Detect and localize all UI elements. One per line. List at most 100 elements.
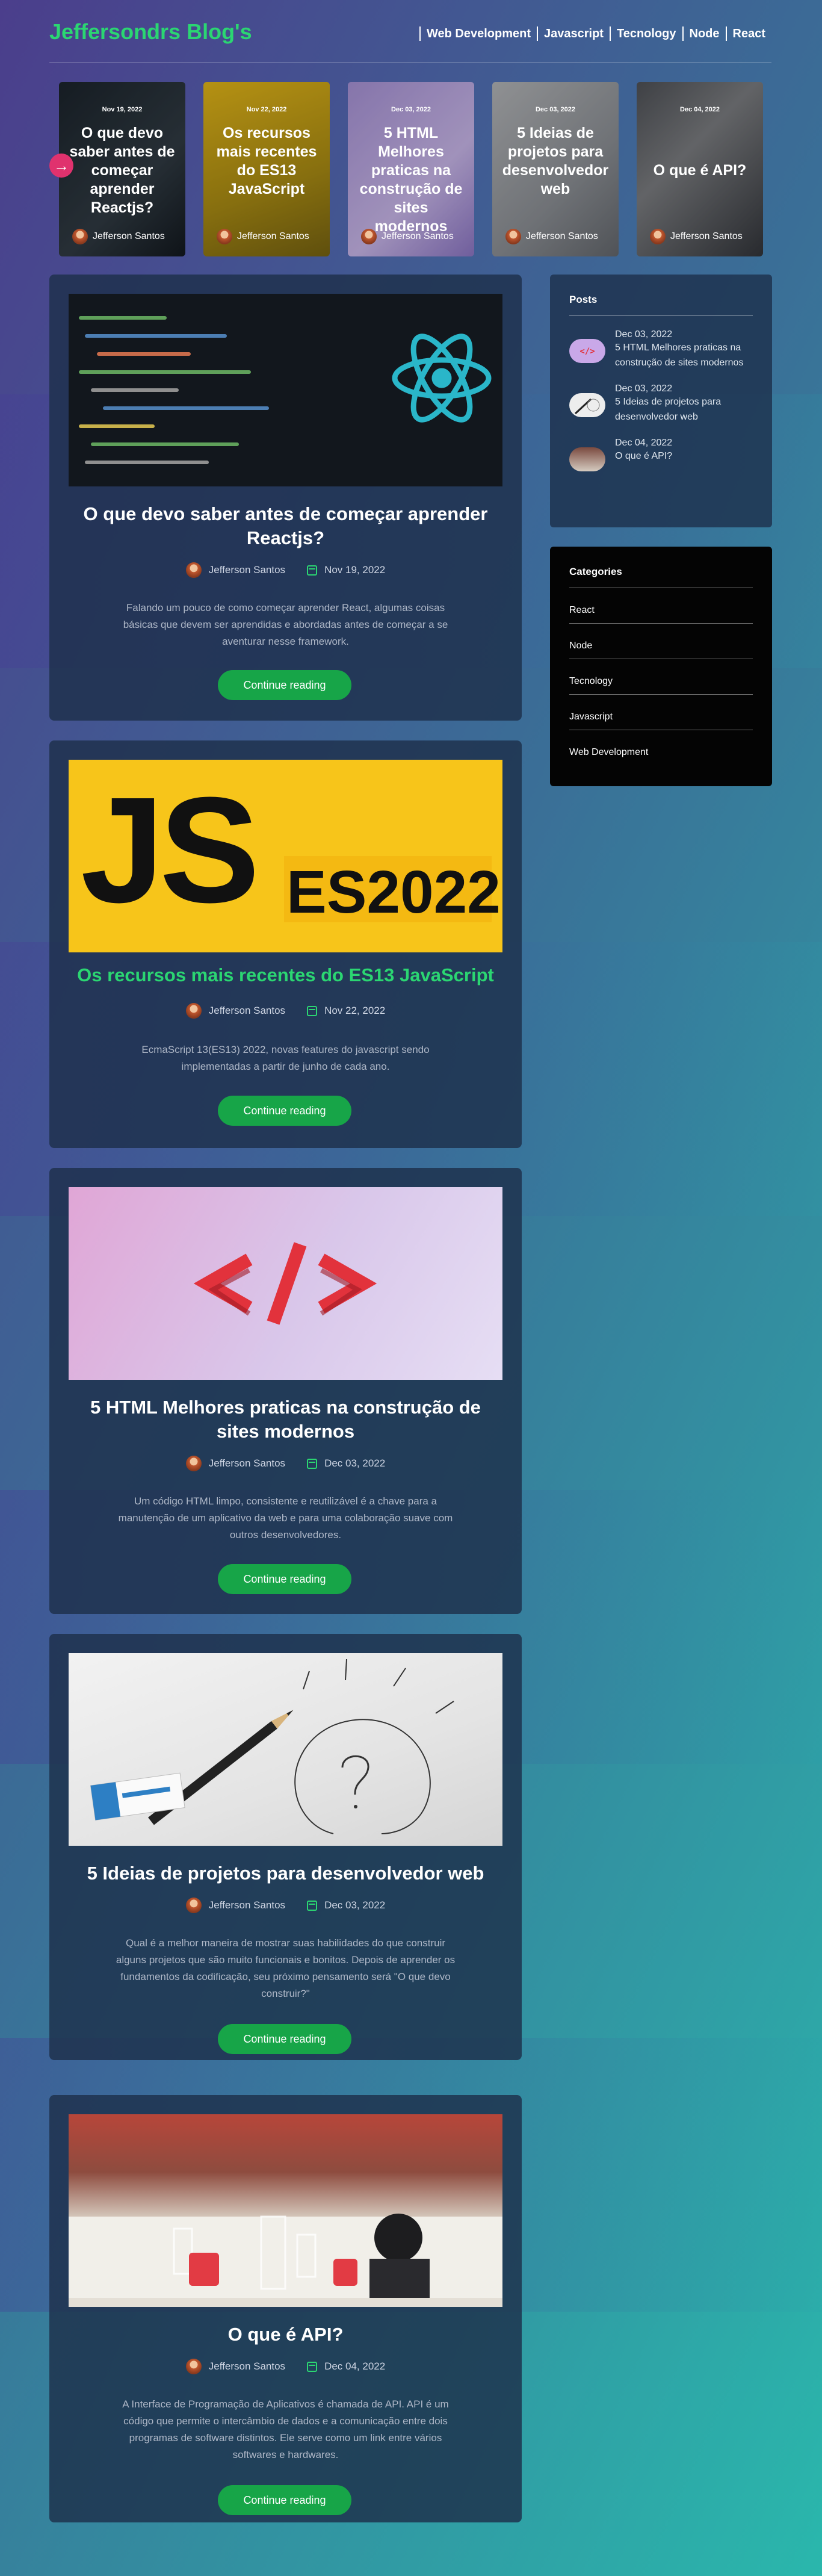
- post-title[interactable]: Os recursos mais recentes do ES13 JavaSc…: [73, 963, 498, 987]
- slide-author: Jefferson Santos: [650, 229, 743, 244]
- recent-post-item[interactable]: </> Dec 03, 2022 5 HTML Melhores praticas…: [569, 316, 753, 370]
- post-image-es2022[interactable]: JS ES2022: [69, 760, 502, 952]
- recent-posts-heading: Posts: [569, 294, 753, 316]
- post-card: 5 Ideias de projetos para desenvolvedor …: [49, 1634, 522, 2060]
- nav-tecnology[interactable]: Tecnology: [609, 26, 682, 41]
- recent-posts-widget: Posts </> Dec 03, 2022 5 HTML Melhores pr…: [550, 275, 772, 527]
- slide-date: Dec 04, 2022: [679, 106, 720, 113]
- post-image-ideas[interactable]: [69, 1653, 502, 1846]
- categories-heading: Categories: [569, 566, 753, 588]
- avatar: [217, 229, 232, 244]
- post-date: Nov 19, 2022: [324, 564, 386, 576]
- slide-author: Jefferson Santos: [505, 229, 598, 244]
- post-title[interactable]: 5 HTML Melhores praticas na construção d…: [73, 1395, 498, 1444]
- slide-author: Jefferson Santos: [217, 229, 309, 244]
- calendar-icon: [307, 1005, 318, 1016]
- calendar-icon: [307, 1900, 318, 1911]
- continue-reading-button[interactable]: Continue reading: [218, 2485, 351, 2515]
- category-tecnology[interactable]: Tecnology: [569, 659, 753, 695]
- post-excerpt: Qual é a melhor maneira de mostrar suas …: [116, 1937, 456, 1999]
- category-react[interactable]: React: [569, 588, 753, 624]
- slide-card[interactable]: Dec 03, 2022 5 Ideias de projetos para d…: [492, 82, 619, 256]
- recent-post-item[interactable]: Dec 04, 2022 O que é API?: [569, 424, 753, 471]
- post-card: JS ES2022 Os recursos mais recentes do E…: [49, 740, 522, 1148]
- post-title[interactable]: 5 Ideias de projetos para desenvolvedor …: [73, 1861, 498, 1885]
- avatar: [361, 229, 377, 244]
- recent-post-date: Dec 03, 2022: [615, 329, 673, 340]
- svg-text:</>: </>: [579, 347, 595, 356]
- featured-slider: Nov 19, 2022 O que devo saber antes de c…: [59, 82, 763, 256]
- slide-date: Dec 03, 2022: [391, 106, 431, 113]
- slide-author: Jefferson Santos: [72, 229, 165, 244]
- slide-title: 5 HTML Melhores praticas na construção d…: [359, 125, 463, 235]
- recent-post-thumb-icon: [569, 393, 605, 417]
- post-card: 5 HTML Melhores praticas na construção d…: [49, 1168, 522, 1614]
- categories-widget: Categories React Node Tecnology Javascri…: [550, 547, 772, 786]
- recent-post-thumb-icon: [569, 447, 605, 471]
- continue-reading-button[interactable]: Continue reading: [218, 1564, 351, 1594]
- post-meta: Jefferson Santos Dec 03, 2022: [49, 1456, 522, 1471]
- category-node[interactable]: Node: [569, 624, 753, 659]
- post-image-react[interactable]: [69, 294, 502, 486]
- recent-post-thumb-icon: </>: [569, 339, 605, 363]
- post-date: Nov 22, 2022: [324, 1005, 386, 1016]
- avatar: [72, 229, 88, 244]
- post-image-api[interactable]: [69, 2114, 502, 2307]
- nav-react[interactable]: React: [725, 26, 771, 41]
- slide-card[interactable]: Dec 03, 2022 5 HTML Melhores praticas na…: [348, 82, 474, 256]
- recent-post-title[interactable]: 5 HTML Melhores praticas na construção d…: [615, 340, 753, 370]
- slide-title: 5 Ideias de projetos para desenvolvedor …: [502, 125, 609, 197]
- site-logo[interactable]: Jeffersondrs Blog's: [49, 19, 252, 45]
- category-web-development[interactable]: Web Development: [569, 730, 753, 765]
- recent-post-title[interactable]: O que é API?: [615, 448, 672, 464]
- calendar-icon: [307, 2361, 318, 2372]
- continue-reading-button[interactable]: Continue reading: [218, 670, 351, 700]
- avatar: [185, 1898, 202, 1913]
- slide-card[interactable]: Nov 22, 2022 Os recursos mais recentes d…: [203, 82, 330, 256]
- slide-date: Dec 03, 2022: [535, 106, 576, 113]
- calendar-icon: [307, 565, 318, 576]
- post-card: O que devo saber antes de começar aprend…: [49, 275, 522, 721]
- post-author: Jefferson Santos: [208, 2360, 286, 2372]
- slide-date: Nov 19, 2022: [102, 106, 143, 113]
- post-meta: Jefferson Santos Dec 04, 2022: [49, 2359, 522, 2374]
- post-excerpt: Falando um pouco de como começar aprende…: [123, 602, 448, 647]
- post-meta: Jefferson Santos Nov 22, 2022: [49, 1003, 522, 1019]
- post-image-html[interactable]: [69, 1187, 502, 1380]
- post-author: Jefferson Santos: [208, 1005, 286, 1016]
- nav-node[interactable]: Node: [682, 26, 726, 41]
- calendar-icon: [307, 1458, 318, 1469]
- slide-card[interactable]: Nov 19, 2022 O que devo saber antes de c…: [59, 82, 185, 256]
- avatar: [185, 2359, 202, 2374]
- slide-date: Nov 22, 2022: [246, 106, 287, 113]
- post-title[interactable]: O que é API?: [73, 2323, 498, 2347]
- post-meta: Jefferson Santos Nov 19, 2022: [49, 562, 522, 578]
- post-meta: Jefferson Santos Dec 03, 2022: [49, 1898, 522, 1913]
- nav-web-development[interactable]: Web Development: [419, 26, 537, 41]
- category-javascript[interactable]: Javascript: [569, 695, 753, 730]
- nav-javascript[interactable]: Javascript: [537, 26, 610, 41]
- post-date: Dec 03, 2022: [324, 1899, 386, 1911]
- recent-post-date: Dec 03, 2022: [615, 383, 673, 394]
- avatar: [505, 229, 521, 244]
- main-nav: Web Development Javascript Tecnology Nod…: [419, 26, 771, 41]
- post-card: O que é API? Jefferson Santos Dec 04, 20…: [49, 2095, 522, 2522]
- avatar: [185, 1003, 202, 1019]
- recent-post-date: Dec 04, 2022: [615, 438, 673, 448]
- post-date: Dec 03, 2022: [324, 1457, 386, 1469]
- post-excerpt: EcmaScript 13(ES13) 2022, novas features…: [141, 1044, 430, 1072]
- recent-post-item[interactable]: Dec 03, 2022 5 Ideias de projetos para de…: [569, 370, 753, 424]
- post-author: Jefferson Santos: [208, 1899, 286, 1911]
- slide-title: O que devo saber antes de começar aprend…: [69, 125, 175, 216]
- continue-reading-button[interactable]: Continue reading: [218, 2024, 351, 2054]
- site-header: Jeffersondrs Blog's Web Development Java…: [49, 18, 771, 63]
- post-date: Dec 04, 2022: [324, 2360, 386, 2372]
- post-title[interactable]: O que devo saber antes de começar aprend…: [73, 502, 498, 550]
- avatar: [650, 229, 666, 244]
- continue-reading-button[interactable]: Continue reading: [218, 1096, 351, 1126]
- recent-post-title[interactable]: 5 Ideias de projetos para desenvolvedor …: [615, 394, 753, 424]
- slide-card[interactable]: Dec 04, 2022 O que é API? Jefferson Sant…: [637, 82, 763, 256]
- slider-arrow-icon[interactable]: →: [49, 154, 73, 178]
- post-author: Jefferson Santos: [208, 1457, 286, 1469]
- post-excerpt: A Interface de Programação de Aplicativo…: [122, 2398, 449, 2460]
